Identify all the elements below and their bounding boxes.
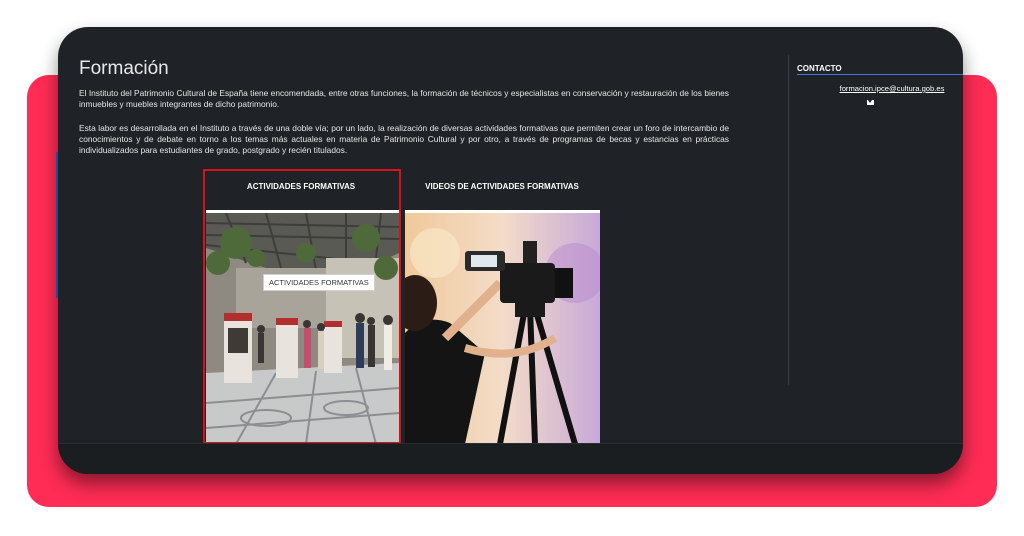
contact-heading: CONTACTO xyxy=(797,64,963,75)
page-title: Formación xyxy=(79,58,169,79)
mail-icon[interactable] xyxy=(867,100,874,105)
description-paragraph: Esta labor es desarrollada en el Institu… xyxy=(79,123,729,156)
selected-item-highlight xyxy=(203,169,401,444)
browser-window: Formación El Instituto del Patrimonio Cu… xyxy=(58,27,963,474)
intro-paragraph: El Instituto del Patrimonio Cultural de … xyxy=(79,88,729,110)
videos-actividades-image[interactable] xyxy=(405,213,600,444)
contact-email-link[interactable]: formacion.ipce@cultura.gob.es xyxy=(814,84,963,93)
footer xyxy=(58,443,963,474)
sidebar-divider xyxy=(788,55,789,385)
tab-videos-actividades[interactable]: VIDEOS DE ACTIVIDADES FORMATIVAS xyxy=(405,176,599,207)
video-camera-photo xyxy=(405,213,600,444)
